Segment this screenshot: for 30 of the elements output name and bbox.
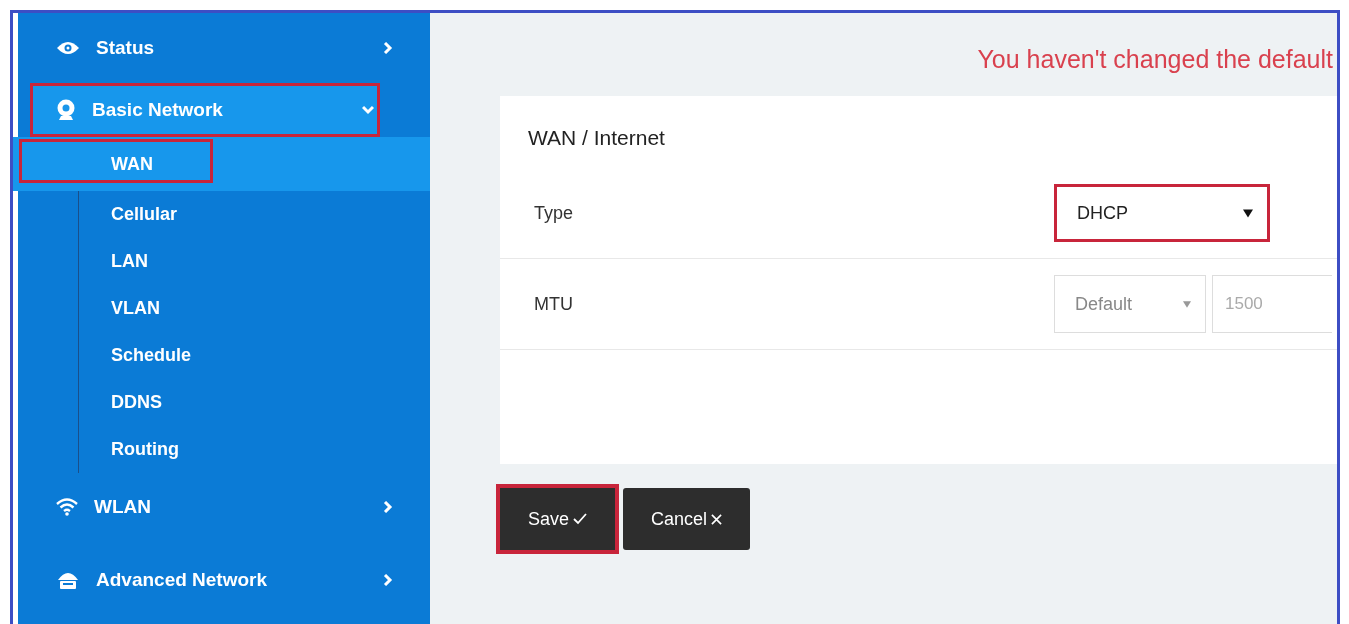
sidebar-subitem[interactable]: WAN	[13, 137, 430, 191]
sidebar-subitem[interactable]: Cellular	[111, 191, 430, 238]
close-icon	[711, 513, 723, 525]
chevron-right-icon	[382, 574, 394, 586]
sidebar-item[interactable]: Basic Network	[30, 83, 380, 137]
network-icon	[56, 570, 80, 590]
field-label: MTU	[534, 293, 574, 315]
chevron-right-icon	[382, 42, 394, 54]
chevron-right-icon	[382, 501, 394, 513]
sidebar-subitem[interactable]: VLAN	[111, 285, 430, 332]
sidebar-subitem[interactable]: Routing	[111, 426, 430, 473]
sidebar-item[interactable]: Status	[18, 13, 430, 83]
sidebar-item[interactable]: WLAN	[18, 473, 430, 541]
webcam-icon	[56, 99, 76, 121]
sidebar-subitem[interactable]: Schedule	[111, 332, 430, 379]
dropdown-caret-icon	[1243, 208, 1253, 218]
select-field[interactable]: DHCP	[1054, 184, 1270, 242]
sidebar-item[interactable]: Advanced Network	[18, 541, 430, 619]
wifi-icon	[56, 498, 78, 516]
eye-icon	[56, 40, 80, 56]
input-field[interactable]: 1500	[1212, 275, 1332, 333]
checkmark-icon	[573, 513, 588, 525]
cancel-button[interactable]: Cancel	[623, 488, 751, 550]
dropdown-caret-icon	[1183, 300, 1191, 308]
sidebar-subitem[interactable]: LAN	[111, 238, 430, 285]
field-label: Type	[534, 202, 575, 224]
sidebar-subitem[interactable]: DDNS	[111, 379, 430, 426]
warning-message: You haven't changed the default	[976, 45, 1334, 74]
card-title: WAN / Internet	[527, 126, 666, 150]
chevron-down-icon	[362, 104, 374, 116]
